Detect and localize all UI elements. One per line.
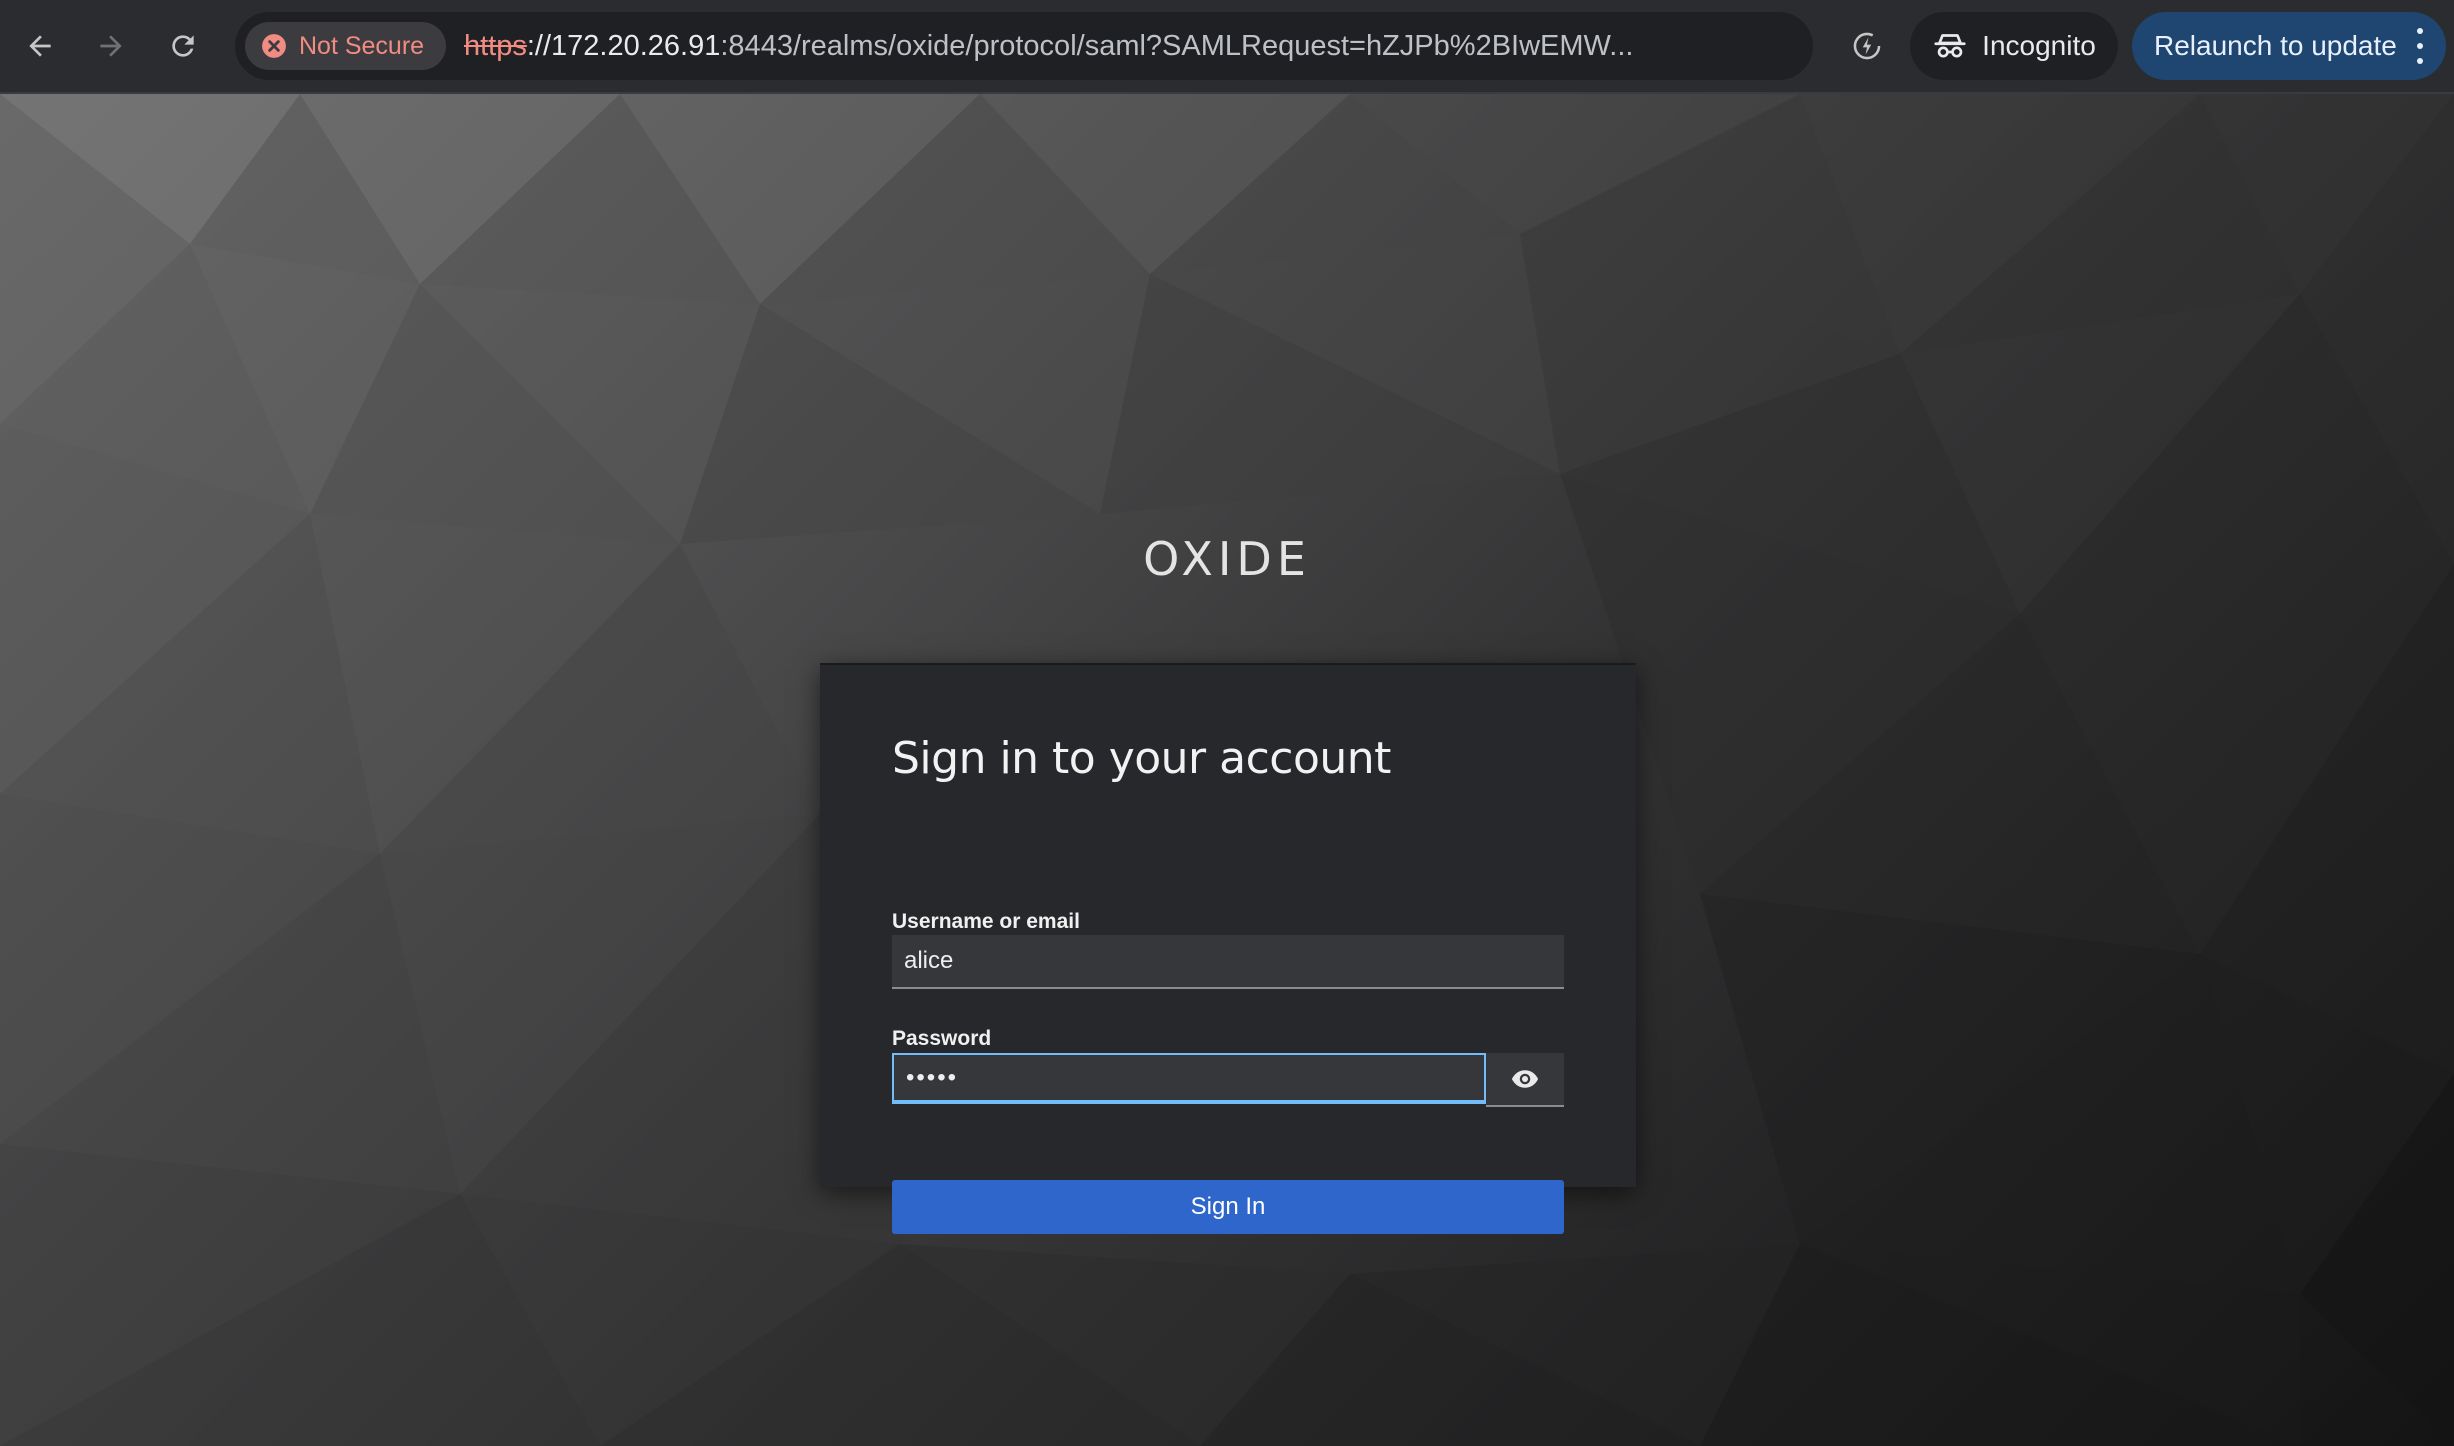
incognito-label: Incognito [1982,30,2096,61]
relaunch-button[interactable]: Relaunch to update [2132,12,2446,80]
url-host: ://172.20.26.91 [526,30,721,62]
username-field[interactable] [892,935,1564,989]
url-text[interactable]: https://172.20.26.91:8443/realms/oxide/p… [464,12,1894,80]
eye-icon [1511,1070,1539,1088]
login-page: OXIDE Sign in to your account Username o… [0,94,2454,1446]
url-path: :8443/realms/oxide/protocol/saml?SAMLReq… [720,30,1634,62]
back-button[interactable] [16,22,64,70]
relaunch-label: Relaunch to update [2154,30,2397,61]
not-secure-icon [262,34,286,58]
incognito-icon [1934,34,1966,58]
address-bar[interactable]: Not Secure https://172.20.26.91:8443/rea… [235,12,2011,80]
arrow-left-icon [29,35,51,57]
security-chip[interactable]: Not Secure [245,22,447,70]
username-label: Username or email [892,910,1080,933]
login-card: Sign in to your account Username or emai… [820,663,1636,1234]
reload-button[interactable] [159,22,207,70]
kebab-menu-icon[interactable] [2410,28,2430,64]
incognito-indicator[interactable]: Incognito [1910,12,2118,80]
arrow-right-icon [100,35,122,57]
forward-button[interactable] [87,22,135,70]
show-password-button[interactable] [1486,1053,1564,1107]
page-title: Sign in to your account [892,733,1391,784]
sign-in-button[interactable]: Sign In [892,1180,1564,1234]
browser-toolbar: Not Secure https://172.20.26.91:8443/rea… [0,0,2454,94]
password-focus-underline [892,1101,1486,1104]
password-field[interactable] [892,1053,1486,1103]
performance-button[interactable] [1843,22,1891,70]
energy-saver-icon [1853,32,1881,60]
password-label: Password [892,1027,992,1050]
brand-logo: OXIDE [1143,532,1311,586]
reload-icon [172,35,194,57]
security-label: Not Secure [299,31,425,60]
url-scheme: https [464,30,527,62]
